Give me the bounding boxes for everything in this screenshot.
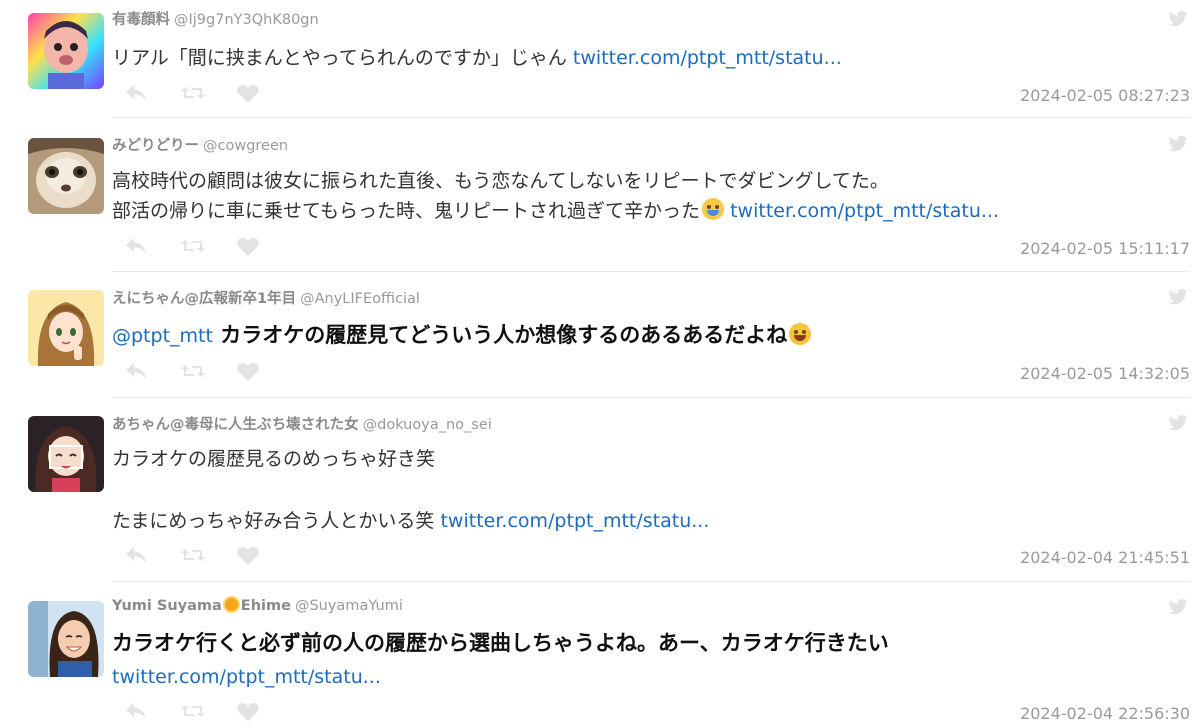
user-name[interactable]: みどりどりー bbox=[112, 138, 199, 154]
tweet-text-line: 部活の帰りに車に乗せてもらった時、鬼リピートされ過ぎて辛かった bbox=[112, 200, 701, 222]
retweet-icon bbox=[181, 87, 205, 99]
user-handle[interactable]: @AnyLIFEofficial bbox=[300, 291, 420, 307]
avatar[interactable] bbox=[28, 13, 104, 89]
tweet-actions bbox=[125, 545, 293, 565]
retweet-icon bbox=[181, 549, 205, 561]
tweet-link[interactable]: twitter.com/ptpt_mtt/statu... bbox=[730, 200, 999, 222]
tweet-card[interactable]: 有毒顔料 @Ij9g7nY3QhK80gn リアル「間に挟まんとやってられんのです… bbox=[0, 0, 1200, 118]
retweet-icon bbox=[181, 705, 205, 717]
avatar[interactable] bbox=[28, 601, 104, 677]
avatar[interactable] bbox=[28, 416, 104, 492]
user-handle[interactable]: @Ij9g7nY3QhK80gn bbox=[174, 12, 319, 28]
retweet-icon bbox=[181, 365, 205, 377]
twitter-bird-icon bbox=[1168, 598, 1188, 615]
mention-link[interactable]: @ptpt_mtt bbox=[112, 325, 213, 347]
tweet-card[interactable]: あちゃん@毒母に人生ぶち壊された女 @dokuoya_no_sei カラオケの履歴… bbox=[0, 398, 1200, 582]
tweet-timestamp[interactable]: 2024-02-05 15:11:17 bbox=[1020, 239, 1190, 258]
crying-face-icon bbox=[702, 198, 725, 220]
user-handle[interactable]: @dokuoya_no_sei bbox=[363, 417, 492, 433]
heart-icon bbox=[237, 702, 259, 721]
avatar-image bbox=[28, 601, 104, 677]
tweet-actions bbox=[125, 236, 293, 256]
tweet-link[interactable]: twitter.com/ptpt_mtt/statu... bbox=[573, 47, 842, 69]
retweet-button[interactable] bbox=[181, 361, 237, 381]
tweet-timestamp[interactable]: 2024-02-05 14:32:05 bbox=[1020, 364, 1190, 383]
tweet-text: リアル「間に挟まんとやってられんのですか」じゃん twitter.com/ptp… bbox=[112, 43, 1187, 73]
tweet-actions bbox=[125, 83, 293, 103]
twitter-bird-icon bbox=[1168, 288, 1188, 305]
retweet-button[interactable] bbox=[181, 83, 237, 103]
retweet-icon bbox=[181, 240, 205, 252]
tweet-text: カラオケ行くと必ず前の人の履歴から選曲しちゃうよね。あー、カラオケ行きたい tw… bbox=[112, 627, 1187, 690]
tweet-text-line: カラオケの履歴見てどういう人か想像するのあるあるだよね bbox=[220, 323, 788, 347]
user-name[interactable]: Yumi Suyama Ehime bbox=[112, 598, 291, 614]
tweet-timestamp[interactable]: 2024-02-04 22:56:30 bbox=[1020, 704, 1190, 723]
tweet-feed: 有毒顔料 @Ij9g7nY3QhK80gn リアル「間に挟まんとやってられんのです… bbox=[0, 0, 1200, 727]
tweet-header: 有毒顔料 @Ij9g7nY3QhK80gn bbox=[112, 8, 319, 29]
user-name[interactable]: 有毒顔料 bbox=[112, 12, 170, 28]
user-handle[interactable]: @SuyamaYumi bbox=[295, 598, 403, 614]
like-button[interactable] bbox=[237, 701, 293, 721]
tweet-actions bbox=[125, 701, 293, 721]
user-name[interactable]: えにちゃん@広報新卒1年目 bbox=[112, 291, 296, 307]
like-button[interactable] bbox=[237, 361, 293, 381]
reply-icon bbox=[126, 703, 146, 719]
reply-button[interactable] bbox=[125, 236, 181, 256]
tweet-text-line: 高校時代の顧問は彼女に振られた直後、もう恋なんてしないをリピートでダビングしてた… bbox=[112, 170, 889, 192]
tweet-text: 高校時代の顧問は彼女に振られた直後、もう恋なんてしないをリピートでダビングしてた… bbox=[112, 166, 1187, 226]
tweet-link[interactable]: twitter.com/ptpt_mtt/statu... bbox=[112, 666, 381, 688]
like-button[interactable] bbox=[237, 83, 293, 103]
reply-button[interactable] bbox=[125, 361, 181, 381]
like-button[interactable] bbox=[237, 545, 293, 565]
heart-icon bbox=[237, 237, 259, 256]
tweet-text: @ptpt_mtt カラオケの履歴見てどういう人か想像するのあるあるだよね bbox=[112, 320, 1187, 350]
tweet-card[interactable]: えにちゃん@広報新卒1年目 @AnyLIFEofficial @ptpt_mtt … bbox=[0, 272, 1200, 398]
tweet-link[interactable]: twitter.com/ptpt_mtt/statu... bbox=[440, 510, 709, 532]
tweet-timestamp[interactable]: 2024-02-04 21:45:51 bbox=[1020, 548, 1190, 567]
tweet-actions bbox=[125, 361, 293, 381]
tweet-text-line: リアル「間に挟まんとやってられんのですか」じゃん bbox=[112, 47, 573, 69]
tweet-timestamp[interactable]: 2024-02-05 08:27:23 bbox=[1020, 86, 1190, 105]
heart-icon bbox=[237, 546, 259, 565]
sun-icon bbox=[224, 598, 238, 611]
tweet-text-line: カラオケ行くと必ず前の人の履歴から選曲しちゃうよね。あー、カラオケ行きたい bbox=[112, 631, 889, 655]
tweet-card[interactable]: Yumi Suyama Ehime @SuyamaYumi カラオケ行くと必ず前の人… bbox=[0, 582, 1200, 727]
user-name-text: Yumi Suyama bbox=[112, 598, 222, 614]
avatar-image bbox=[28, 290, 104, 366]
reply-icon bbox=[126, 238, 146, 254]
avatar[interactable] bbox=[28, 290, 104, 366]
tweet-header: あちゃん@毒母に人生ぶち壊された女 @dokuoya_no_sei bbox=[112, 413, 492, 434]
heart-icon bbox=[237, 84, 259, 103]
reply-button[interactable] bbox=[125, 545, 181, 565]
twitter-bird-icon bbox=[1168, 10, 1188, 27]
like-button[interactable] bbox=[237, 236, 293, 256]
retweet-button[interactable] bbox=[181, 701, 237, 721]
tweet-text-line bbox=[112, 475, 1187, 506]
heart-icon bbox=[237, 362, 259, 381]
tweet-card[interactable]: みどりどりー @cowgreen 高校時代の顧問は彼女に振られた直後、もう恋なんて… bbox=[0, 118, 1200, 272]
avatar-image bbox=[28, 416, 104, 492]
user-name-suffix: Ehime bbox=[240, 598, 291, 614]
reply-icon bbox=[126, 547, 146, 563]
tweet-header: Yumi Suyama Ehime @SuyamaYumi bbox=[112, 598, 403, 614]
tweet-text-line: たまにめっちゃ好み合う人とかいる笑 bbox=[112, 510, 441, 532]
reply-button[interactable] bbox=[125, 701, 181, 721]
reply-icon bbox=[126, 363, 146, 379]
reply-button[interactable] bbox=[125, 83, 181, 103]
tweet-text: カラオケの履歴見るのめっちゃ好き笑 たまにめっちゃ好み合う人とかいる笑 twit… bbox=[112, 444, 1187, 537]
retweet-button[interactable] bbox=[181, 545, 237, 565]
user-name[interactable]: あちゃん@毒母に人生ぶち壊された女 bbox=[112, 417, 359, 433]
avatar-image bbox=[28, 138, 104, 214]
rolling-laughing-face-icon bbox=[789, 323, 812, 345]
avatar-image bbox=[28, 13, 104, 89]
reply-icon bbox=[126, 85, 146, 101]
avatar[interactable] bbox=[28, 138, 104, 214]
tweet-header: みどりどりー @cowgreen bbox=[112, 134, 288, 155]
user-handle[interactable]: @cowgreen bbox=[203, 138, 288, 154]
tweet-text-line: カラオケの履歴見るのめっちゃ好き笑 bbox=[112, 448, 436, 470]
tweet-header: えにちゃん@広報新卒1年目 @AnyLIFEofficial bbox=[112, 287, 420, 308]
retweet-button[interactable] bbox=[181, 236, 237, 256]
twitter-bird-icon bbox=[1168, 414, 1188, 431]
twitter-bird-icon bbox=[1168, 135, 1188, 152]
